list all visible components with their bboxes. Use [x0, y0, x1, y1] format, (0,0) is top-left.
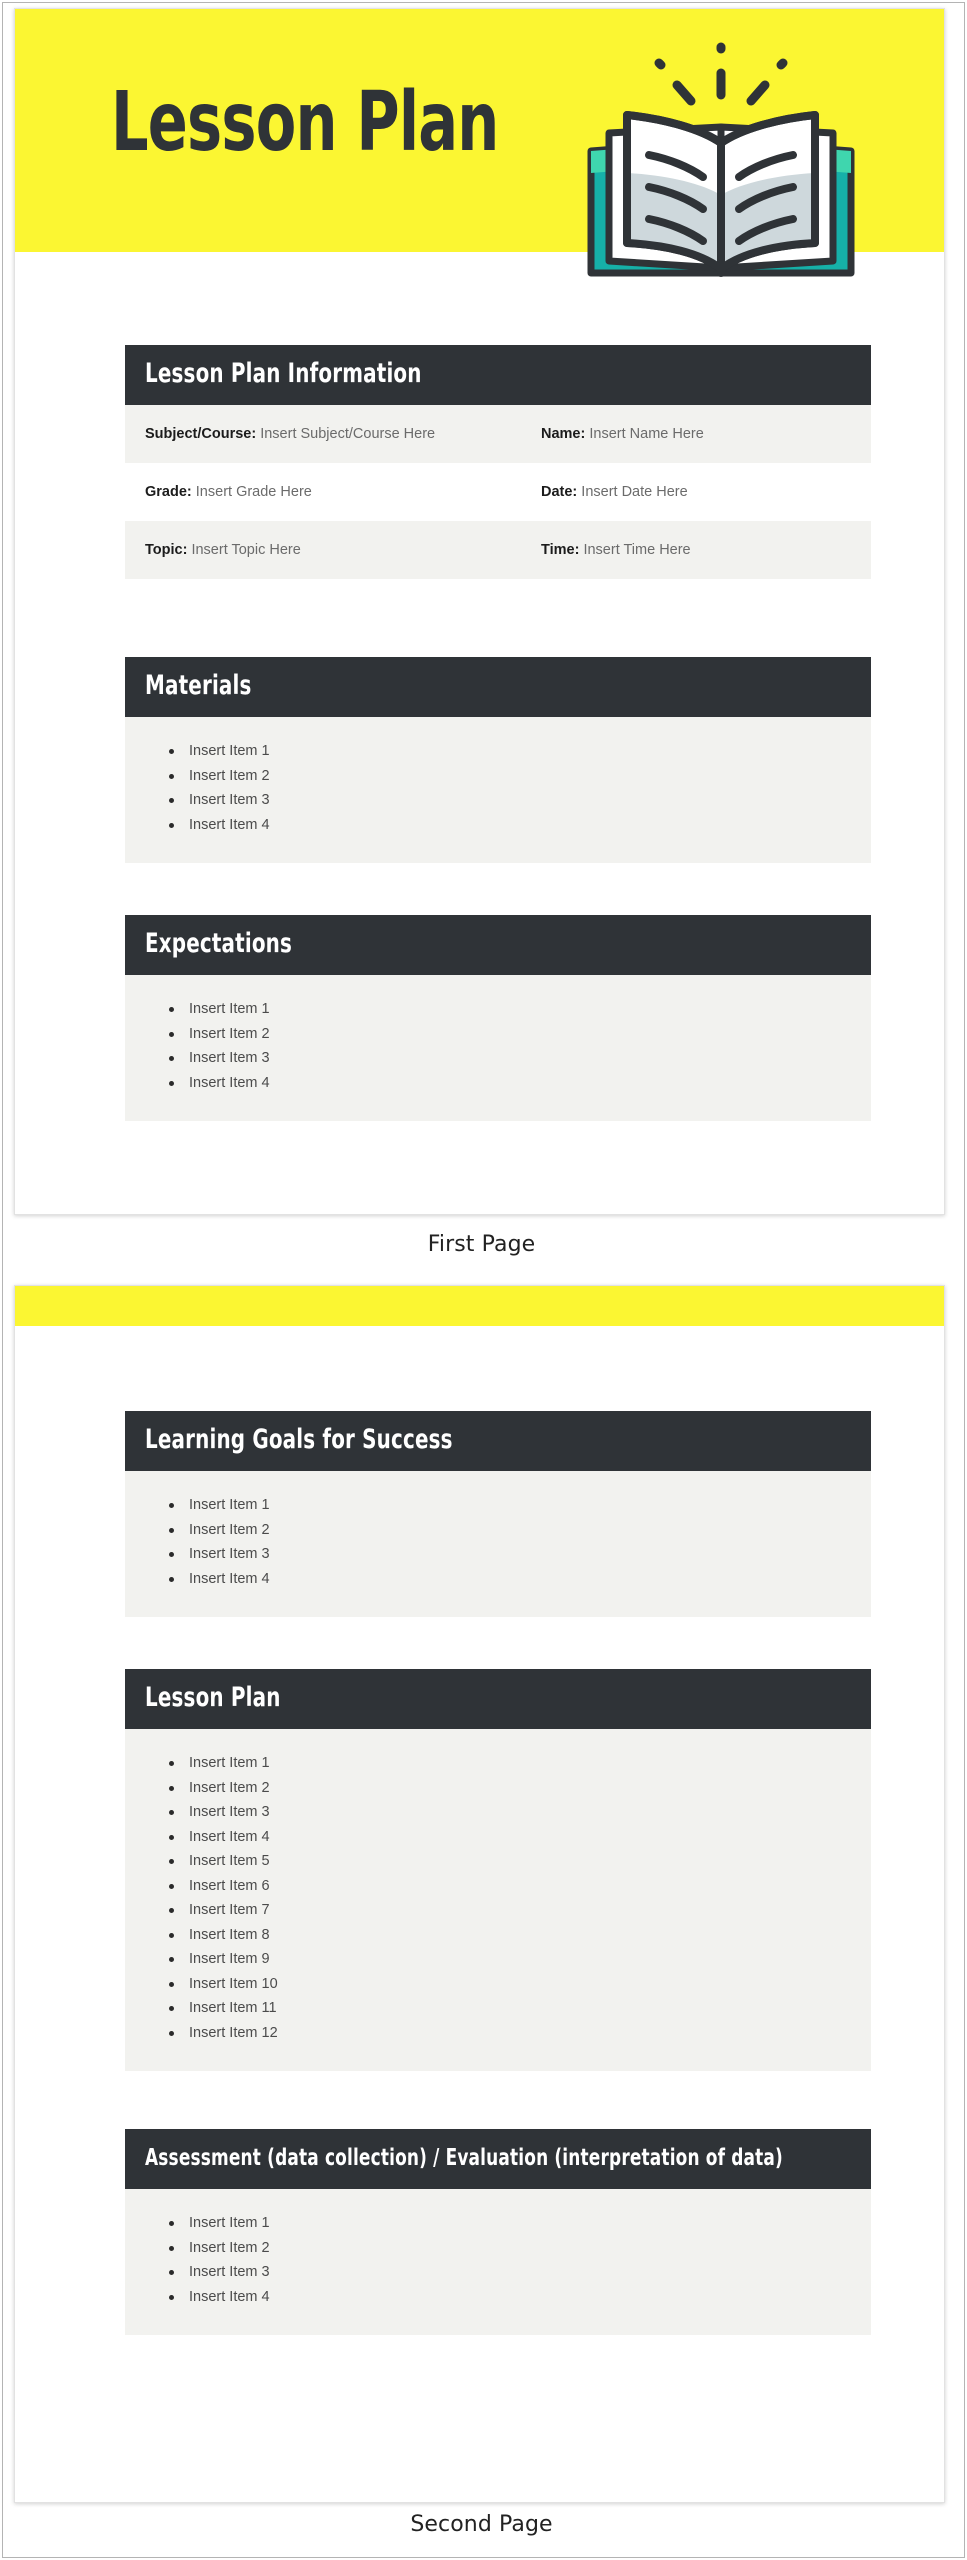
- info-label: Time:: [541, 542, 580, 558]
- list-item[interactable]: Insert Item 9: [167, 1947, 851, 1972]
- list-item[interactable]: Insert Item 4: [167, 1567, 851, 1592]
- section-title: Lesson Plan Information: [145, 358, 422, 389]
- info-value[interactable]: Insert Topic Here: [191, 542, 300, 558]
- section-expectations: Expectations Insert Item 1 Insert Item 2I…: [125, 915, 871, 1121]
- section-header: Learning Goals for Success: [125, 1411, 871, 1471]
- section-lesson-plan-information: Lesson Plan Information Subject/Course: …: [125, 345, 871, 579]
- list-item[interactable]: Insert Item 5: [167, 1849, 851, 1874]
- info-value[interactable]: Insert Grade Here: [196, 484, 312, 500]
- list-item[interactable]: Insert Item 11: [167, 1996, 851, 2021]
- section-assessment-evaluation: Assessment (data collection) / Evaluatio…: [125, 2129, 871, 2335]
- page-second: Learning Goals for Success Insert Item 1…: [14, 1285, 945, 2503]
- info-value[interactable]: Insert Time Here: [583, 542, 690, 558]
- list-item[interactable]: Insert Item 1: [167, 2211, 851, 2236]
- info-value[interactable]: Insert Date Here: [581, 484, 687, 500]
- section-lesson-plan: Lesson Plan Insert Item 1 Insert Item 2 In…: [125, 1669, 871, 2071]
- section-title: Expectations: [145, 928, 293, 959]
- list-item[interactable]: Insert Item 2: [167, 764, 851, 789]
- list-item[interactable]: Insert Item 4: [167, 813, 851, 838]
- list-item[interactable]: Insert Item 3: [167, 2260, 851, 2285]
- section-title: Learning Goals for Success: [145, 1424, 453, 1455]
- list-item[interactable]: Insert Item 2: [167, 1776, 851, 1801]
- section-body: Insert Item 1 Insert Item 2 Insert Item 3I…: [125, 1729, 871, 2071]
- section-header: Assessment (data collection) / Evaluatio…: [125, 2129, 871, 2189]
- table-row: Grade: Insert Grade Here Date: Insert Da…: [125, 463, 871, 521]
- list-item[interactable]: Insert Item 10: [167, 1972, 851, 1997]
- info-cell-subject: Subject/Course: Insert Subject/Course He…: [145, 424, 541, 444]
- list-item[interactable]: Insert Item 3: [167, 788, 851, 813]
- list-item[interactable]: Insert Item 2: [167, 1022, 851, 1047]
- page-first: Lesson Plan Lesson Plan Information Subj…: [14, 8, 945, 1215]
- list-item[interactable]: Insert Item 1: [167, 739, 851, 764]
- section-body: Insert Item 1 Insert Item 2 Insert Item 3I…: [125, 1471, 871, 1617]
- section-title: Lesson Plan: [145, 1682, 281, 1713]
- page-title: Lesson Plan: [111, 75, 499, 170]
- list-item[interactable]: Insert Item 1: [167, 997, 851, 1022]
- list-item[interactable]: Insert Item 4: [167, 1071, 851, 1096]
- section-title: Materials: [145, 670, 252, 701]
- section-materials: Materials Insert Item 1 Insert Item 2 Inse…: [125, 657, 871, 863]
- info-value[interactable]: Insert Name Here: [589, 426, 703, 442]
- list-item[interactable]: Insert Item 3: [167, 1542, 851, 1567]
- section-header: Lesson Plan Information: [125, 345, 871, 405]
- page-banner: [15, 1286, 944, 1326]
- info-cell-grade: Grade: Insert Grade Here: [145, 482, 541, 502]
- bullet-list: Insert Item 1 Insert Item 2 Insert Item 3I…: [145, 739, 851, 837]
- info-label: Grade:: [145, 484, 192, 500]
- caption-second-page: Second Page: [410, 2512, 553, 2537]
- list-item[interactable]: Insert Item 8: [167, 1923, 851, 1948]
- list-item[interactable]: Insert Item 12: [167, 2021, 851, 2046]
- list-item[interactable]: Insert Item 7: [167, 1898, 851, 1923]
- list-item[interactable]: Insert Item 2: [167, 2236, 851, 2261]
- open-book-icon: [561, 23, 881, 293]
- info-value[interactable]: Insert Subject/Course Here: [260, 426, 435, 442]
- table-row: Topic: Insert Topic Here Time: Insert Ti…: [125, 521, 871, 579]
- info-label: Date:: [541, 484, 578, 500]
- section-header: Expectations: [125, 915, 871, 975]
- info-cell-time: Time: Insert Time Here: [541, 540, 851, 560]
- section-body: Insert Item 1 Insert Item 2 Insert Item 3I…: [125, 2189, 871, 2335]
- info-label: Name:: [541, 426, 586, 442]
- lesson-plan-document: Lesson Plan Lesson Plan Information Subj…: [0, 0, 967, 2560]
- bullet-list: Insert Item 1 Insert Item 2 Insert Item 3I…: [145, 997, 851, 1095]
- info-table: Subject/Course: Insert Subject/Course He…: [125, 405, 871, 579]
- info-cell-date: Date: Insert Date Here: [541, 482, 851, 502]
- bullet-list: Insert Item 1 Insert Item 2 Insert Item 3I…: [145, 1751, 851, 2045]
- list-item[interactable]: Insert Item 1: [167, 1751, 851, 1776]
- bullet-list: Insert Item 1 Insert Item 2 Insert Item 3I…: [145, 2211, 851, 2309]
- section-title: Assessment (data collection) / Evaluatio…: [145, 2145, 783, 2171]
- info-label: Topic:: [145, 542, 188, 558]
- list-item[interactable]: Insert Item 3: [167, 1800, 851, 1825]
- info-cell-name: Name: Insert Name Here: [541, 424, 851, 444]
- list-item[interactable]: Insert Item 3: [167, 1046, 851, 1071]
- list-item[interactable]: Insert Item 4: [167, 1825, 851, 1850]
- bullet-list: Insert Item 1 Insert Item 2 Insert Item 3I…: [145, 1493, 851, 1591]
- section-learning-goals: Learning Goals for Success Insert Item 1…: [125, 1411, 871, 1617]
- section-header: Materials: [125, 657, 871, 717]
- list-item[interactable]: Insert Item 6: [167, 1874, 851, 1899]
- list-item[interactable]: Insert Item 1: [167, 1493, 851, 1518]
- info-label: Subject/Course:: [145, 426, 257, 442]
- list-item[interactable]: Insert Item 2: [167, 1518, 851, 1543]
- list-item[interactable]: Insert Item 4: [167, 2285, 851, 2310]
- section-header: Lesson Plan: [125, 1669, 871, 1729]
- section-body: Insert Item 1 Insert Item 2 Insert Item 3I…: [125, 975, 871, 1121]
- table-row: Subject/Course: Insert Subject/Course He…: [125, 405, 871, 463]
- caption-first-page: First Page: [427, 1232, 536, 1257]
- section-body: Insert Item 1 Insert Item 2 Insert Item 3I…: [125, 717, 871, 863]
- info-cell-topic: Topic: Insert Topic Here: [145, 540, 541, 560]
